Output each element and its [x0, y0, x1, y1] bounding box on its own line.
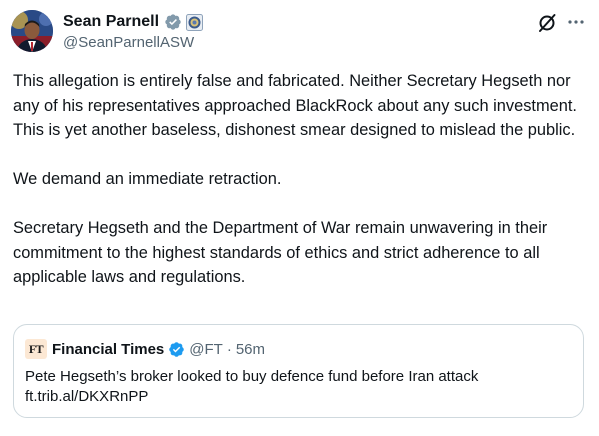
grok-icon[interactable]: [536, 12, 558, 34]
dod-seal-icon[interactable]: [186, 13, 204, 31]
tweet: Sean Parnell @SeanParnellASW This allega…: [0, 0, 599, 436]
quoted-post-text: Pete Hegseth’s broker looked to buy defe…: [25, 367, 575, 407]
avatar[interactable]: [11, 10, 53, 52]
tweet-paragraph: Secretary Hegseth and the Department of …: [13, 219, 548, 286]
author-display-name[interactable]: Sean Parnell: [63, 13, 159, 31]
tweet-paragraph: This allegation is entirely false and fa…: [13, 72, 577, 139]
quoted-author-handle[interactable]: @FT: [189, 341, 223, 358]
verified-badge-icon[interactable]: [164, 13, 182, 31]
author-handle[interactable]: @SeanParnellASW: [63, 34, 194, 51]
author-name-row: Sean Parnell: [63, 11, 204, 33]
quoted-author-name[interactable]: Financial Times: [52, 341, 164, 358]
separator-dot: ·: [226, 340, 232, 358]
ft-logo-avatar[interactable]: FT: [25, 339, 47, 359]
verified-check-icon: [168, 341, 185, 358]
quoted-post-headline: Pete Hegseth’s broker looked to buy defe…: [25, 368, 479, 385]
quoted-post[interactable]: FT Financial Times @FT · 56m Pete Hegset…: [13, 324, 584, 418]
quoted-post-link[interactable]: ft.trib.al/DKXRnPP: [25, 387, 575, 407]
quoted-post-time[interactable]: 56m: [236, 341, 265, 358]
tweet-paragraph: We demand an immediate retraction.: [13, 170, 282, 188]
more-options-icon[interactable]: [566, 12, 586, 32]
tweet-body: This allegation is entirely false and fa…: [13, 69, 588, 290]
quoted-post-header: FT Financial Times @FT · 56m: [25, 338, 265, 360]
